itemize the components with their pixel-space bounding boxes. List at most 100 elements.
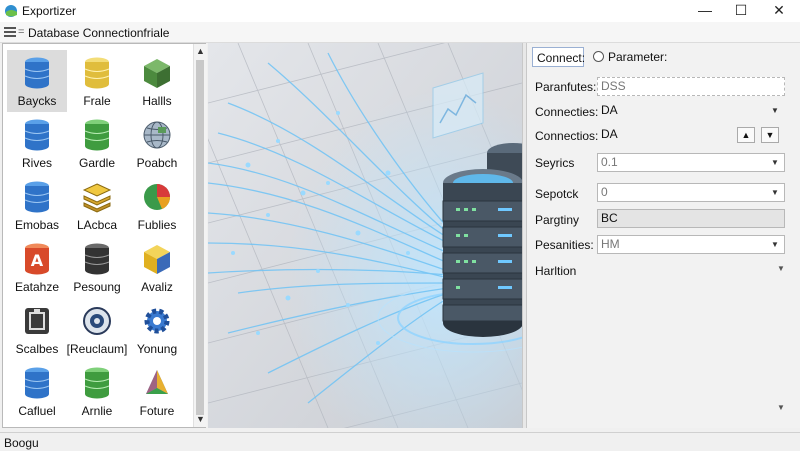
palette-item-label: Cafluel xyxy=(18,404,56,418)
status-bar: Boogu xyxy=(0,432,800,451)
scroll-thumb[interactable] xyxy=(196,60,204,415)
gear-icon xyxy=(144,308,170,334)
field-label: Seyrics xyxy=(535,156,575,170)
palette-item-label: Yonung xyxy=(136,342,178,356)
field-label: Harltion xyxy=(535,264,577,278)
palette-item-label: Baycks xyxy=(17,94,57,108)
chevron-down-icon[interactable]: ▼ xyxy=(768,184,782,201)
server-stack-image xyxy=(208,43,522,428)
app-logo-icon xyxy=(5,5,17,17)
toolbar: = Database Connectionfriale xyxy=(0,22,800,43)
tab-parameter[interactable]: Parameter: xyxy=(589,47,671,67)
pie-chart-icon xyxy=(144,184,170,210)
palette-item[interactable]: Poabch xyxy=(127,112,187,174)
database-green-icon xyxy=(84,367,110,399)
move-down-button[interactable]: ▼ xyxy=(761,127,779,143)
toolbar-title: Database Connectionfriale xyxy=(28,26,170,40)
database-yellow-icon xyxy=(84,57,110,89)
palette-item[interactable]: Rives xyxy=(7,112,67,174)
access-icon: A xyxy=(25,243,49,275)
properties-panel: Connect: Parameter: Paranfutes: DSS Conn… xyxy=(527,43,800,428)
palette-item[interactable]: Fublies xyxy=(127,174,187,236)
palette-item-label: Emobas xyxy=(14,218,60,232)
palette-item[interactable]: Scalbes xyxy=(7,298,67,360)
window-title: Exportizer xyxy=(22,4,77,18)
tab-connect[interactable]: Connect: xyxy=(532,47,585,67)
chevron-down-icon[interactable]: ▼ xyxy=(768,154,782,171)
close-button[interactable]: ✕ xyxy=(762,0,796,22)
database-blue-icon xyxy=(24,181,50,213)
palette-item-label: Arnlie xyxy=(81,404,113,418)
scroll-up-icon[interactable]: ▲ xyxy=(194,44,207,58)
palette-item-label: Hallls xyxy=(142,94,172,108)
status-text: Boogu xyxy=(4,436,39,450)
chevron-down-icon[interactable]: ▼ xyxy=(768,102,782,119)
svg-text:A: A xyxy=(31,251,44,270)
cube-yellow-icon xyxy=(144,245,170,274)
field-label: Connecties: xyxy=(535,105,599,119)
palette-item-label: Avaliz xyxy=(141,280,173,294)
properties-select[interactable]: HM ▼ xyxy=(597,235,785,254)
menu-list-icon[interactable] xyxy=(4,26,16,38)
radio-icon[interactable] xyxy=(593,51,604,62)
layers-yellow-icon xyxy=(82,183,112,213)
component-palette: Baycks Frale Hallls Rives Gardle Poabch … xyxy=(2,43,207,428)
palette-item-label: Frale xyxy=(83,94,111,108)
chevron-down-icon[interactable]: ▼ xyxy=(768,236,782,253)
prism-icon xyxy=(146,370,168,394)
database-blue-icon xyxy=(24,367,50,399)
palette-scrollbar[interactable]: ▲ ▼ xyxy=(193,44,207,427)
resize-chevron-icon[interactable]: ▼ xyxy=(777,403,785,412)
globe-icon xyxy=(143,121,171,149)
palette-item-label: Poabch xyxy=(136,156,178,170)
maximize-button[interactable]: ☐ xyxy=(724,0,758,22)
palette-item[interactable]: Arnlie xyxy=(67,360,127,422)
title-bar: Exportizer — ☐ ✕ xyxy=(0,0,800,22)
security-select[interactable]: 0.1 ▼ xyxy=(597,153,785,172)
palette-item[interactable]: Hallls xyxy=(127,50,187,112)
data-flow-illustration xyxy=(208,43,522,428)
toolbar-separator: = xyxy=(18,26,25,38)
palette-item-label: [Reuclaum] xyxy=(66,342,128,356)
move-up-button[interactable]: ▲ xyxy=(737,127,755,143)
database-blue-icon xyxy=(24,57,50,89)
field-label: Paranfutes: xyxy=(535,80,597,94)
scroll-down-icon[interactable]: ▼ xyxy=(194,412,207,426)
palette-item[interactable]: Yonung xyxy=(127,298,187,360)
field-label: Pargtiny xyxy=(535,213,580,227)
field-label: Pesanities: xyxy=(535,238,594,252)
database-dark-icon xyxy=(84,243,110,275)
palette-item[interactable]: Frale xyxy=(67,50,127,112)
palette-item[interactable]: Gardle xyxy=(67,112,127,174)
palette-item-label: Rives xyxy=(21,156,52,170)
palette-item[interactable]: Cafluel xyxy=(7,360,67,422)
setpoint-select[interactable]: 0 ▼ xyxy=(597,183,785,202)
cube-green-icon xyxy=(144,59,170,88)
field-label: Connectios: xyxy=(535,129,599,143)
chevron-down-icon[interactable]: ▼ xyxy=(777,264,785,273)
palette-item-label: LAcbca xyxy=(76,218,118,232)
frame-icon xyxy=(25,308,49,334)
palette-item[interactable]: Pesoung xyxy=(67,236,127,298)
database-blue-icon xyxy=(24,119,50,151)
settings-globe-icon xyxy=(83,307,111,335)
palette-item[interactable]: Foture xyxy=(127,360,187,422)
palette-item[interactable]: A Eatahze xyxy=(7,236,67,298)
palette-item[interactable]: LAcbca xyxy=(67,174,127,236)
palette-item[interactable]: Emobas xyxy=(7,174,67,236)
field-label: Sepotck xyxy=(535,187,579,201)
palette-item[interactable]: Baycks xyxy=(7,50,67,112)
database-green-icon xyxy=(84,119,110,151)
tab-parameter-label: Parameter: xyxy=(608,50,668,64)
minimize-button[interactable]: — xyxy=(688,0,722,22)
palette-item[interactable]: [Reuclaum] xyxy=(67,298,127,360)
palette-item-label: Eatahze xyxy=(14,280,60,294)
connection-select[interactable]: DA ▼ xyxy=(597,101,785,120)
property-readonly-field: BC xyxy=(597,209,785,228)
palette-item-label: Fublies xyxy=(137,218,177,232)
palette-item[interactable]: Avaliz xyxy=(127,236,187,298)
palette-item-label: Foture xyxy=(139,404,175,418)
parameters-input[interactable]: DSS xyxy=(597,77,785,96)
palette-item-label: Gardle xyxy=(78,156,116,170)
palette-item-label: Pesoung xyxy=(73,280,121,294)
